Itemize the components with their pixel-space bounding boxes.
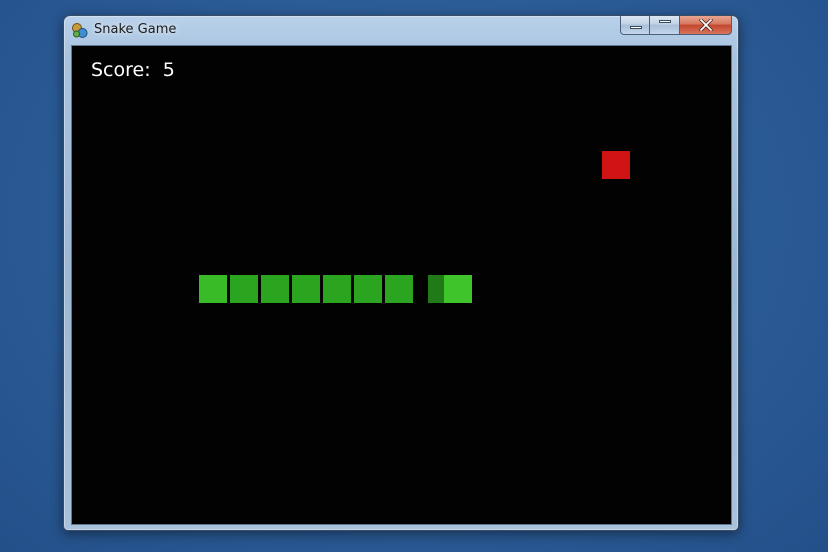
snake-body-segment: [354, 275, 382, 303]
snake-neck-segment: [428, 275, 444, 303]
maximize-button[interactable]: [650, 16, 680, 35]
minimize-icon: [630, 26, 642, 29]
snake-body-segment: [323, 275, 351, 303]
snake-body-segment: [292, 275, 320, 303]
snake-body-segment: [261, 275, 289, 303]
caption-buttons: [620, 16, 732, 36]
minimize-button[interactable]: [620, 16, 650, 35]
snake-body-segment: [385, 275, 413, 303]
snake-tail: [199, 275, 227, 303]
snake-body-segment: [230, 275, 258, 303]
snake-game-app-icon[interactable]: [71, 22, 88, 39]
game-board: [199, 151, 630, 303]
snake-head: [444, 275, 472, 303]
game-canvas[interactable]: Score: 5: [71, 45, 732, 525]
food-pellet: [602, 151, 630, 179]
close-button[interactable]: [680, 16, 732, 35]
game-window: Snake Game Score: 5: [63, 15, 739, 531]
window-title: Snake Game: [94, 22, 177, 37]
title-bar[interactable]: Snake Game: [64, 16, 738, 45]
maximize-icon: [659, 20, 671, 23]
close-icon: [680, 16, 731, 34]
